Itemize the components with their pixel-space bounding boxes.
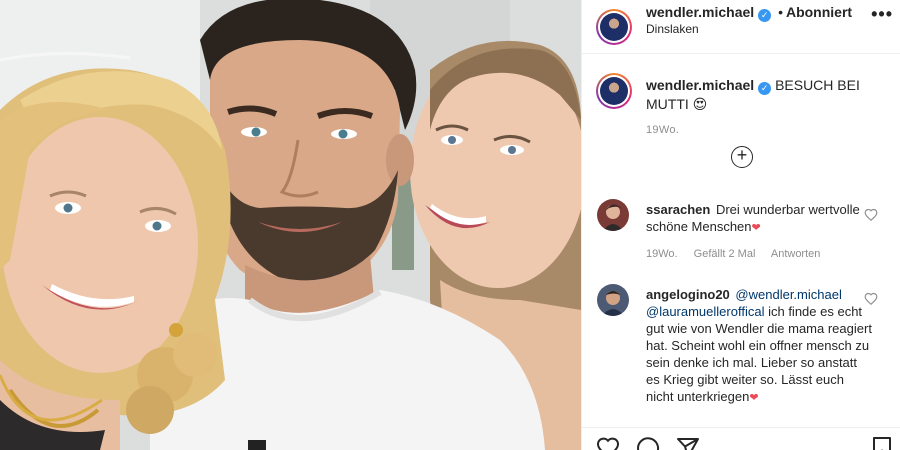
comment-like-heart-icon[interactable]: [864, 292, 878, 306]
commenter-avatar-image: [597, 284, 629, 316]
comment-username[interactable]: ssarachen: [646, 202, 710, 217]
bookmark-icon[interactable]: [870, 436, 894, 450]
heart-emoji: ❤: [749, 392, 759, 404]
author-username[interactable]: wendler.michael: [646, 4, 754, 20]
header-separator: •: [778, 4, 783, 20]
header-line: wendler.michael ✓ • Abonniert: [646, 4, 852, 22]
comment-text: ich finde es echt gut wie von Wendler di…: [646, 304, 872, 404]
comment-meta: 19Wo. Gefällt 2 Mal Antworten: [646, 248, 833, 260]
comment-icon[interactable]: [636, 436, 660, 450]
selfie-illustration: [0, 0, 581, 450]
action-bar: [582, 427, 900, 450]
post-photo[interactable]: [0, 0, 581, 450]
comment-likes-count[interactable]: Gefällt 2 Mal: [694, 248, 756, 260]
post-header: wendler.michael ✓ • Abonniert Dinslaken ••…: [582, 0, 900, 54]
comment-username[interactable]: angelogino20: [646, 287, 730, 302]
heart-emoji: ❤: [751, 222, 761, 234]
comment-item: ssarachen Drei wunderbar wertvolle schön…: [646, 201, 872, 237]
comment-item: angelogino20 @wendler.michael @lauramuel…: [646, 286, 872, 407]
post-caption: wendler.michael ✓ BESUCH BEI MUTTI 😍: [646, 76, 882, 113]
author-avatar-image: [600, 13, 628, 41]
comment-reply-button[interactable]: Antworten: [771, 248, 821, 260]
comment-mention[interactable]: @lauramuelleroffical: [646, 304, 764, 319]
caption-avatar-image: [600, 77, 628, 105]
heart-icon[interactable]: [596, 436, 620, 450]
paper-plane-icon[interactable]: [676, 436, 700, 450]
author-avatar[interactable]: [596, 9, 632, 45]
more-options-icon[interactable]: •••: [871, 4, 893, 25]
caption-emoji: 😍: [692, 96, 708, 112]
caption-author-avatar[interactable]: [596, 73, 632, 109]
post-side-panel: wendler.michael ✓ • Abonniert Dinslaken ••…: [581, 0, 900, 450]
post-location[interactable]: Dinslaken: [646, 22, 699, 36]
commenter-avatar-image: [597, 199, 629, 231]
commenter-avatar[interactable]: [597, 199, 629, 231]
follow-status-button[interactable]: Abonniert: [786, 4, 852, 20]
caption-timestamp[interactable]: 19Wo.: [646, 124, 679, 136]
load-more-comments-icon[interactable]: +: [731, 146, 753, 168]
comment-time[interactable]: 19Wo.: [646, 248, 678, 260]
caption-username[interactable]: wendler.michael: [646, 77, 754, 93]
commenter-avatar[interactable]: [597, 284, 629, 316]
comment-mention[interactable]: @wendler.michael: [735, 287, 841, 302]
verified-badge-icon: ✓: [758, 82, 772, 95]
verified-badge-icon: ✓: [758, 9, 772, 22]
comment-like-heart-icon[interactable]: [864, 208, 878, 222]
